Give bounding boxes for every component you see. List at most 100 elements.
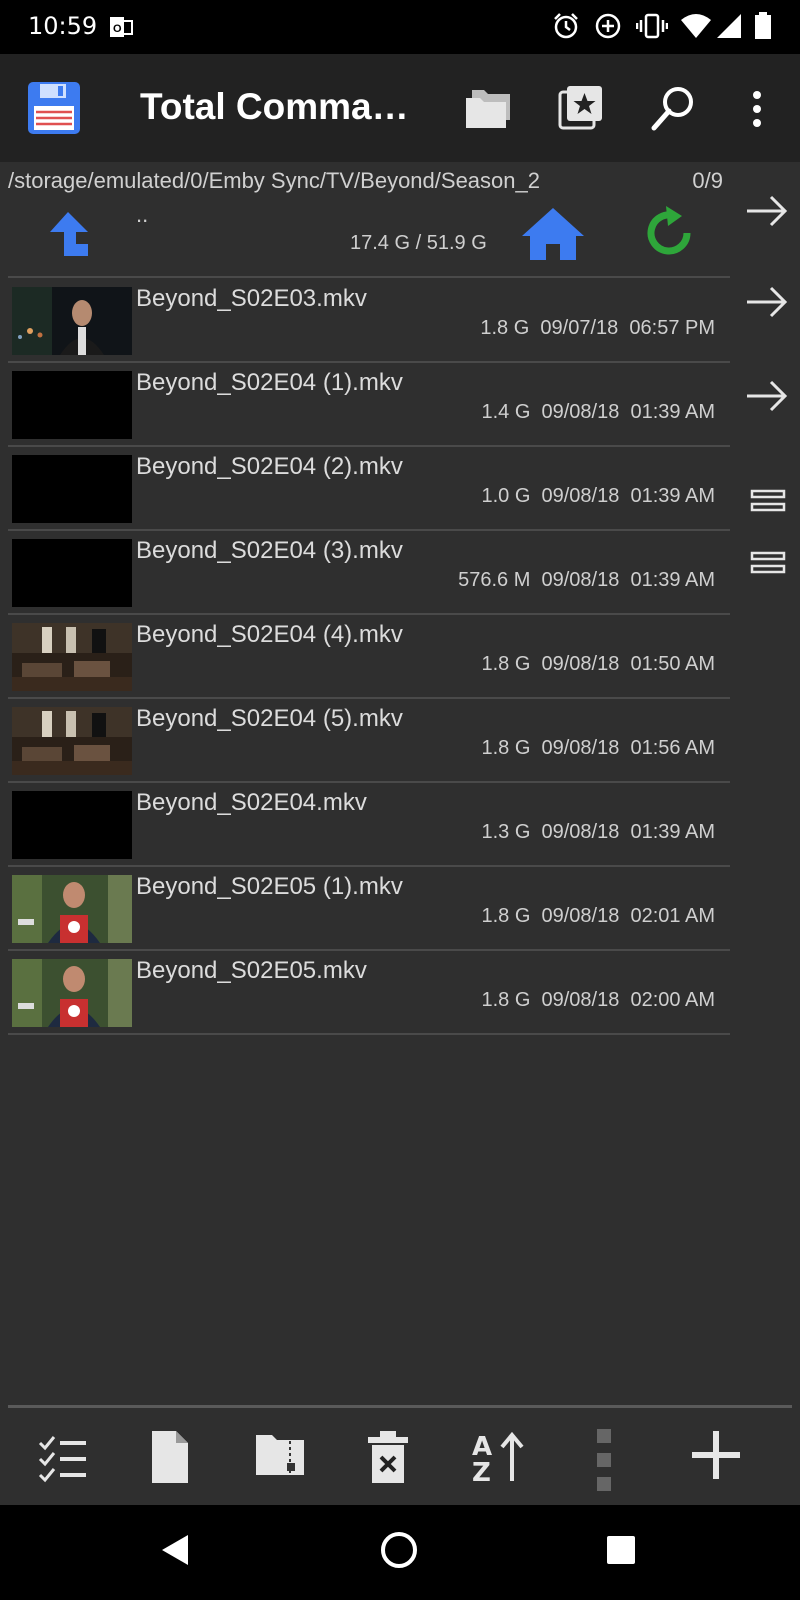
file-date: 09/08/18 xyxy=(541,569,620,591)
vibrate-icon xyxy=(635,12,669,45)
file-meta: 1.0 G 09/08/18 01:39 AM xyxy=(481,485,715,508)
file-thumbnail xyxy=(12,875,132,943)
file-time: 01:39 AM xyxy=(630,569,715,591)
data-saver-icon xyxy=(594,12,622,45)
new-file-icon[interactable] xyxy=(148,1429,208,1489)
file-meta: 1.8 G 09/08/18 01:50 AM xyxy=(481,653,715,676)
file-size: 1.4 G xyxy=(481,401,531,423)
file-date: 09/08/18 xyxy=(541,653,620,675)
signal-icon xyxy=(716,12,742,45)
arrow-right-icon[interactable] xyxy=(745,193,789,234)
file-time: 01:56 AM xyxy=(630,737,715,759)
file-size: 1.8 G xyxy=(481,653,531,675)
status-time: 10:59 xyxy=(28,12,98,40)
file-row[interactable]: Beyond_S02E04 (5).mkv 1.8 G 09/08/18 01:5… xyxy=(0,699,735,783)
home-icon[interactable] xyxy=(380,1531,418,1574)
up-directory-icon[interactable] xyxy=(46,210,92,263)
refresh-icon[interactable] xyxy=(640,204,698,267)
file-date: 09/08/18 xyxy=(541,821,620,843)
file-meta: 576.6 M 09/08/18 01:39 AM xyxy=(458,569,715,592)
file-row[interactable]: Beyond_S02E05 (1).mkv 1.8 G 09/08/18 02:0… xyxy=(0,867,735,951)
select-icon[interactable] xyxy=(34,1429,94,1489)
file-date: 09/08/18 xyxy=(541,905,620,927)
file-meta: 1.4 G 09/08/18 01:39 AM xyxy=(481,401,715,424)
file-date: 09/08/18 xyxy=(541,485,620,507)
file-thumbnail xyxy=(12,791,132,859)
file-thumbnail xyxy=(12,287,132,355)
file-row[interactable]: Beyond_S02E04.mkv 1.3 G 09/08/18 01:39 AM xyxy=(0,783,735,867)
file-row[interactable]: Beyond_S02E04 (4).mkv 1.8 G 09/08/18 01:5… xyxy=(0,615,735,699)
drag-handle-icon[interactable] xyxy=(594,1429,654,1491)
file-name: Beyond_S02E05.mkv xyxy=(136,957,367,984)
file-size: 1.3 G xyxy=(481,821,531,843)
more-vert-icon[interactable] xyxy=(750,90,764,133)
file-size: 1.8 G xyxy=(480,317,530,339)
file-time: 01:39 AM xyxy=(630,821,715,843)
file-row[interactable]: Beyond_S02E05.mkv 1.8 G 09/08/18 02:00 AM xyxy=(0,951,735,1035)
path-bar[interactable]: /storage/emulated/0/Emby Sync/TV/Beyond/… xyxy=(0,162,735,198)
parent-label: .. xyxy=(136,202,149,227)
file-meta: 1.8 G 09/07/18 06:57 PM xyxy=(480,317,715,340)
list-separator xyxy=(8,276,730,278)
battery-icon xyxy=(754,12,772,45)
file-time: 01:50 AM xyxy=(630,653,715,675)
file-time: 06:57 PM xyxy=(629,317,715,339)
toolbar-divider xyxy=(8,1405,792,1408)
file-name: Beyond_S02E04 (4).mkv xyxy=(136,621,403,648)
app-title: Total Comman… xyxy=(140,86,430,127)
storage-space: 17.4 G / 51.9 G xyxy=(350,232,487,254)
file-time: 01:39 AM xyxy=(630,401,715,423)
save-icon[interactable] xyxy=(26,80,82,141)
arrow-right-icon[interactable] xyxy=(745,378,789,419)
equals-icon[interactable] xyxy=(750,550,786,581)
file-thumbnail xyxy=(12,539,132,607)
file-meta: 1.3 G 09/08/18 01:39 AM xyxy=(481,821,715,844)
recents-icon[interactable] xyxy=(606,1535,636,1570)
file-thumbnail xyxy=(12,623,132,691)
file-size: 1.0 G xyxy=(481,485,531,507)
bookmarks-icon[interactable] xyxy=(558,84,604,135)
list-separator xyxy=(8,1033,730,1035)
file-name: Beyond_S02E03.mkv xyxy=(136,285,367,312)
file-name: Beyond_S02E04 (3).mkv xyxy=(136,537,403,564)
file-name: Beyond_S02E04.mkv xyxy=(136,789,367,816)
file-size: 576.6 M xyxy=(458,569,531,591)
svg-text:O: O xyxy=(113,23,122,35)
file-date: 09/08/18 xyxy=(541,737,620,759)
delete-icon[interactable] xyxy=(366,1429,426,1489)
file-date: 09/08/18 xyxy=(541,989,620,1011)
file-size: 1.8 G xyxy=(481,905,531,927)
file-thumbnail xyxy=(12,371,132,439)
file-row[interactable]: Beyond_S02E04 (3).mkv 576.6 M 09/08/18 01… xyxy=(0,531,735,615)
file-row[interactable]: Beyond_S02E04 (2).mkv 1.0 G 09/08/18 01:3… xyxy=(0,447,735,531)
sort-icon[interactable]: AZ xyxy=(470,1429,530,1489)
file-size: 1.8 G xyxy=(481,989,531,1011)
file-thumbnail xyxy=(12,455,132,523)
folders-icon[interactable] xyxy=(464,86,514,135)
wifi-icon xyxy=(680,12,712,45)
add-icon[interactable] xyxy=(690,1429,750,1489)
arrow-right-icon[interactable] xyxy=(745,284,789,325)
file-date: 09/07/18 xyxy=(540,317,619,339)
file-row[interactable]: Beyond_S02E04 (1).mkv 1.4 G 09/08/18 01:3… xyxy=(0,363,735,447)
svg-text:Z: Z xyxy=(472,1458,491,1485)
file-row[interactable]: Beyond_S02E03.mkv 1.8 G 09/07/18 06:57 PM xyxy=(0,279,735,363)
system-nav-bar xyxy=(0,1505,800,1600)
current-path[interactable]: /storage/emulated/0/Emby Sync/TV/Beyond/… xyxy=(8,168,540,194)
outlook-icon: O xyxy=(108,14,134,45)
parent-directory-row[interactable]: .. 17.4 G / 51.9 G xyxy=(0,196,735,276)
equals-icon[interactable] xyxy=(750,488,786,519)
search-icon[interactable] xyxy=(650,84,698,137)
file-meta: 1.8 G 09/08/18 02:01 AM xyxy=(481,905,715,928)
file-name: Beyond_S02E04 (2).mkv xyxy=(136,453,403,480)
file-time: 02:00 AM xyxy=(630,989,715,1011)
file-name: Beyond_S02E05 (1).mkv xyxy=(136,873,403,900)
bottom-toolbar: AZ xyxy=(0,1405,800,1505)
file-time: 02:01 AM xyxy=(630,905,715,927)
home-folder-icon[interactable] xyxy=(520,206,586,267)
file-time: 01:39 AM xyxy=(630,485,715,507)
selection-count: 0/9 xyxy=(692,168,723,193)
zip-icon[interactable] xyxy=(254,1429,314,1489)
file-name: Beyond_S02E04 (5).mkv xyxy=(136,705,403,732)
back-icon[interactable] xyxy=(160,1533,190,1572)
